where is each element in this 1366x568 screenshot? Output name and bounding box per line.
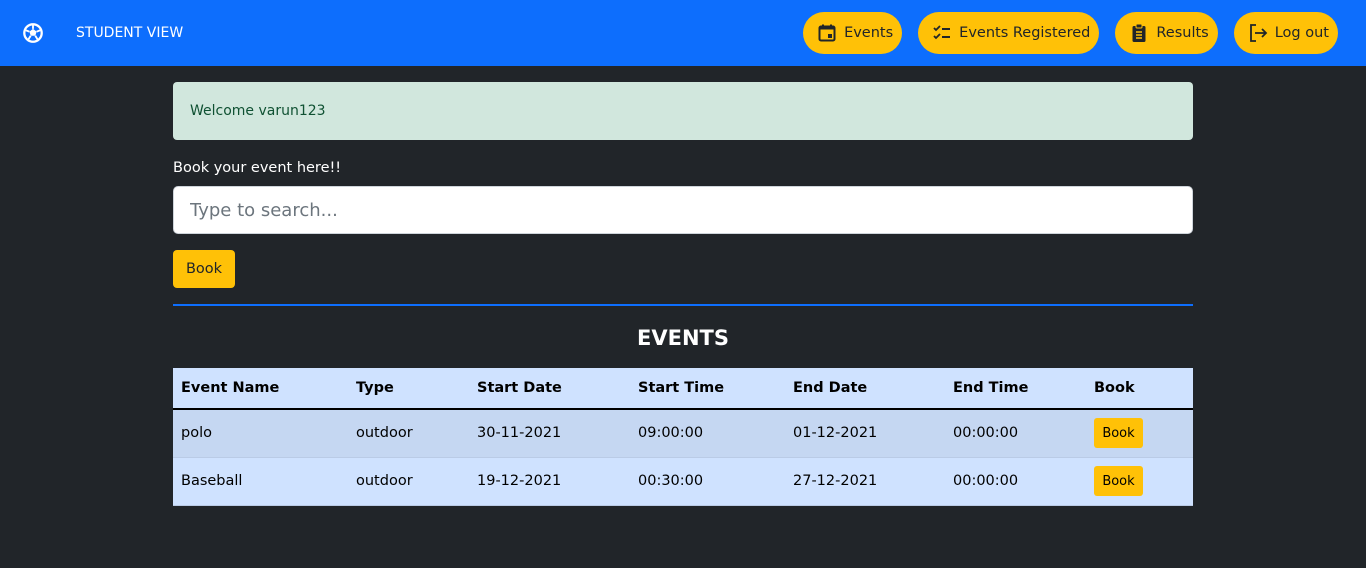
events-table: Event Name Type Start Date Start Time En… — [173, 368, 1193, 506]
main-content: Welcome varun123 Book your event here!! … — [173, 82, 1193, 506]
logout-label: Log out — [1274, 25, 1329, 41]
clipboard-icon — [1132, 23, 1146, 42]
event-type: outdoor — [348, 457, 469, 506]
events-button[interactable]: Events — [803, 12, 903, 54]
search-input[interactable] — [173, 186, 1193, 234]
navbar: STUDENT VIEW Events Events Registered Re… — [0, 0, 1366, 66]
start-time: 00:30:00 — [630, 457, 785, 506]
column-header: Book — [1086, 368, 1193, 410]
column-header: End Time — [945, 368, 1086, 410]
checklist-icon — [933, 25, 951, 40]
event-name: Baseball — [173, 457, 348, 506]
divider — [173, 304, 1193, 306]
end-date: 01-12-2021 — [785, 409, 945, 458]
calendar-icon — [818, 24, 836, 42]
start-date: 19-12-2021 — [469, 457, 630, 506]
welcome-alert: Welcome varun123 — [173, 82, 1193, 140]
column-header: Start Date — [469, 368, 630, 410]
start-date: 30-11-2021 — [469, 409, 630, 458]
row-book-button[interactable]: Book — [1094, 418, 1143, 449]
brand-title[interactable]: STUDENT VIEW — [76, 25, 183, 41]
soccer-ball-icon[interactable] — [22, 22, 44, 44]
end-time: 00:00:00 — [945, 409, 1086, 458]
start-time: 09:00:00 — [630, 409, 785, 458]
end-date: 27-12-2021 — [785, 457, 945, 506]
results-label: Results — [1156, 25, 1209, 41]
results-button[interactable]: Results — [1115, 12, 1218, 54]
row-book-button[interactable]: Book — [1094, 466, 1143, 496]
table-row: polo outdoor 30-11-2021 09:00:00 01-12-2… — [173, 409, 1193, 458]
events-registered-button[interactable]: Events Registered — [918, 12, 1100, 54]
book-label: Book your event here!! — [173, 160, 342, 176]
column-header: Start Time — [630, 368, 785, 410]
event-type: outdoor — [348, 409, 469, 458]
events-registered-label: Events Registered — [959, 25, 1091, 41]
table-row: Baseball outdoor 19-12-2021 00:30:00 27-… — [173, 457, 1193, 506]
events-title: EVENTS — [637, 326, 729, 350]
book-button[interactable]: Book — [173, 250, 235, 288]
column-header: Type — [348, 368, 469, 410]
logout-button[interactable]: Log out — [1233, 12, 1338, 54]
end-time: 00:00:00 — [945, 457, 1086, 506]
event-name: polo — [173, 409, 348, 458]
logout-icon — [1249, 24, 1268, 42]
column-header: End Date — [785, 368, 945, 410]
column-header: Event Name — [173, 368, 348, 410]
events-label: Events — [844, 25, 894, 41]
